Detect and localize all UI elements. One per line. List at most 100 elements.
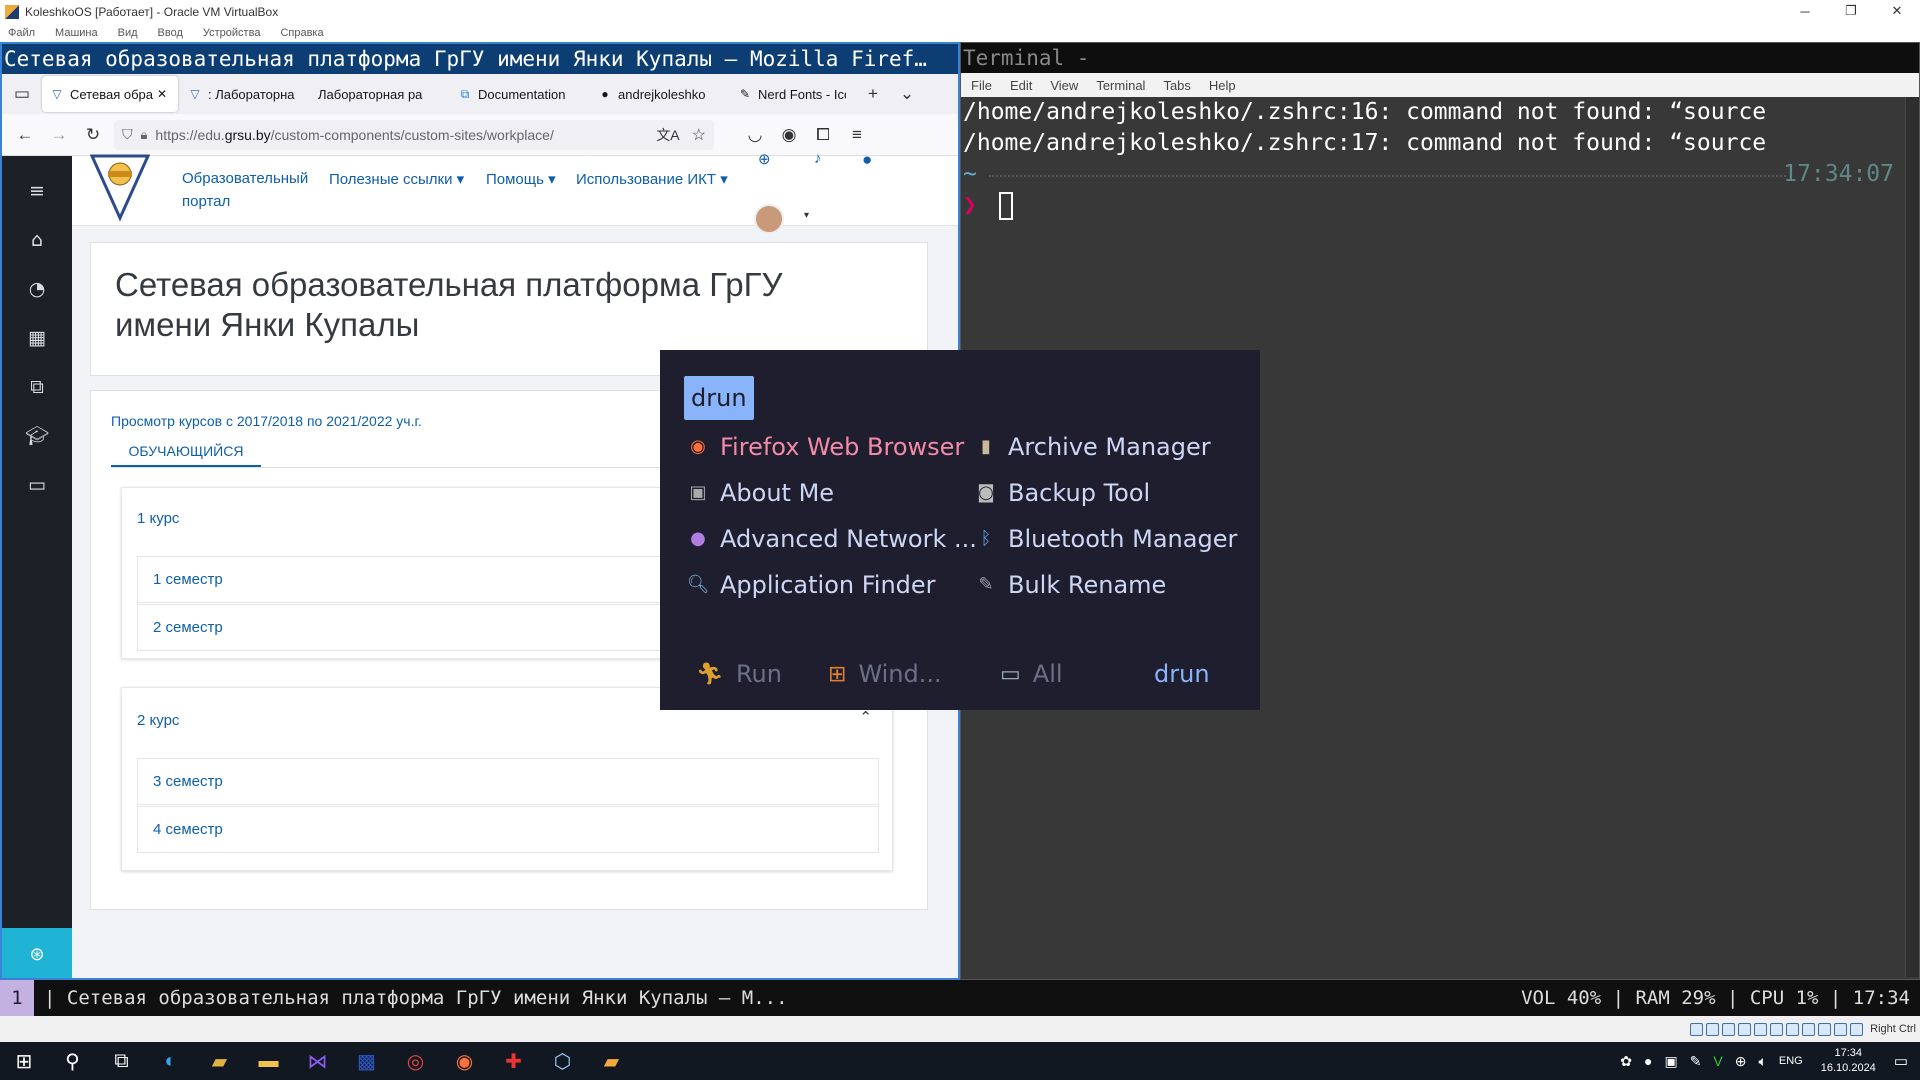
close-tab-icon[interactable]: ✕	[157, 87, 167, 101]
rofi-item-firefox[interactable]: ◉ Firefox Web Browser	[686, 428, 964, 466]
edge-icon[interactable]: ◐	[146, 1042, 195, 1080]
menu-view[interactable]: Вид	[118, 24, 138, 42]
rofi-item-bluetooth-manager[interactable]: ᛒ Bluetooth Manager	[974, 520, 1238, 558]
graduation-cap-icon[interactable]: 🎓︎	[2, 411, 72, 460]
usb-icon[interactable]	[1754, 1022, 1768, 1036]
rofi-item-bulk-rename[interactable]: ✎ Bulk Rename	[974, 566, 1166, 604]
rofi-mode-run[interactable]: 🏃︎ Run	[696, 660, 782, 688]
translate-icon[interactable]: 文A	[656, 125, 679, 145]
terminal-menu-tabs[interactable]: Tabs	[1163, 78, 1190, 93]
rofi-item-about-me[interactable]: ▣ About Me	[686, 474, 834, 512]
files-icon[interactable]: ⧉	[2, 362, 72, 411]
rofi-mode-window[interactable]: ⊞ Wind...	[828, 660, 942, 688]
menu-icon[interactable]: ≡	[840, 118, 874, 152]
user-avatar[interactable]	[754, 204, 784, 234]
nav-portal-line1[interactable]: Образовательный	[182, 170, 308, 187]
pocket-icon[interactable]: ◡	[738, 118, 772, 152]
minimize-button[interactable]: ─	[1782, 0, 1828, 22]
course-1-title[interactable]: 1 курс	[137, 510, 179, 527]
rofi-mode-drun[interactable]: drun	[1154, 660, 1210, 688]
terminal-menu-edit[interactable]: Edit	[1010, 78, 1032, 93]
nav-help[interactable]: Помощь ▾	[486, 170, 556, 188]
terminal-menu-file[interactable]: File	[971, 78, 992, 93]
rofi-item-archive-manager[interactable]: ▮ Archive Manager	[974, 428, 1211, 466]
chevron-down-icon[interactable]: ⌄	[890, 77, 924, 111]
running-vm-icon[interactable]: ▰	[587, 1042, 636, 1080]
menu-help[interactable]: Справка	[280, 24, 323, 42]
nav-portal-line2[interactable]: портал	[182, 193, 230, 210]
close-button[interactable]: ✕	[1874, 0, 1920, 22]
tab-lab-2[interactable]: Лабораторная ра	[310, 76, 448, 112]
url-bar[interactable]: ⛉ 🔒︎ https://edu. grsu.by /custom-compon…	[114, 119, 714, 150]
tab-student[interactable]: ОБУЧАЮЩИЙСЯ	[111, 437, 261, 467]
course-2-title[interactable]: 2 курс	[137, 712, 179, 729]
tab-nerd-fonts[interactable]: ✎ Nerd Fonts - Ico	[730, 76, 854, 112]
tray-app-icon[interactable]: ▣	[1664, 1053, 1677, 1070]
star-icon[interactable]: ☆	[692, 125, 706, 145]
courses-archive-link[interactable]: Просмотр курсов с 2017/2018 по 2021/2022…	[111, 413, 422, 429]
language-indicator[interactable]: ENG	[1779, 1055, 1803, 1067]
chrome-icon[interactable]: ◎	[391, 1042, 440, 1080]
keyboard-icon[interactable]	[1850, 1022, 1864, 1036]
task-view-icon[interactable]: ⧉	[97, 1042, 146, 1080]
shared-folders-icon[interactable]	[1770, 1022, 1784, 1036]
windows-start-icon[interactable]: ⊞	[0, 1042, 48, 1080]
clock[interactable]: 17:34 16.10.2024	[1815, 1046, 1882, 1076]
tab-lab-1[interactable]: ▽ : Лабораторна	[180, 76, 308, 112]
hamburger-icon[interactable]: ≡	[2, 166, 72, 215]
semester-3-link[interactable]: 3 семестр	[137, 758, 879, 805]
tray-app-icon[interactable]: ✿	[1620, 1053, 1632, 1070]
tab-list-icon[interactable]: ▭	[2, 77, 42, 111]
workspace-1-button[interactable]: 1	[0, 980, 34, 1016]
new-tab-icon[interactable]: +	[856, 77, 890, 111]
file-explorer-icon[interactable]: ▬	[244, 1042, 293, 1080]
language-icon[interactable]: ⊕	[758, 150, 771, 168]
menu-machine[interactable]: Машина	[55, 24, 98, 42]
network-icon[interactable]	[1738, 1022, 1752, 1036]
calendar-icon[interactable]: ▦	[2, 313, 72, 362]
rofi-item-application-finder[interactable]: 🔍︎ Application Finder	[686, 566, 936, 604]
display-icon[interactable]	[1786, 1022, 1800, 1036]
nav-ict[interactable]: Использование ИКТ ▾	[576, 170, 728, 188]
virtualbox-icon[interactable]: ⬡	[538, 1042, 587, 1080]
chevron-up-icon[interactable]: ⌃	[859, 708, 872, 726]
audio-icon[interactable]	[1722, 1022, 1736, 1036]
tray-app-icon[interactable]: ✎	[1690, 1053, 1702, 1070]
forward-icon[interactable]: →	[42, 118, 76, 152]
accessibility-icon[interactable]: ⊛	[2, 928, 72, 978]
rofi-prompt[interactable]: drun	[684, 376, 754, 420]
chevron-down-icon[interactable]: ▾	[804, 210, 809, 221]
vbox-manager-icon[interactable]: ▰	[195, 1042, 244, 1080]
bell-icon[interactable]: ♪	[814, 150, 822, 167]
nav-useful-links[interactable]: Полезные ссылки ▾	[329, 170, 464, 188]
red-app-icon[interactable]: ✚	[489, 1042, 538, 1080]
extensions-icon[interactable]: ⧠	[806, 118, 840, 152]
rofi-item-advanced-network[interactable]: ● Advanced Network ...	[686, 520, 977, 558]
search-icon[interactable]: ⚲	[48, 1042, 97, 1080]
terminal-menu-help[interactable]: Help	[1209, 78, 1236, 93]
optical-drive-icon[interactable]	[1706, 1022, 1720, 1036]
tray-app-icon[interactable]: ●	[1644, 1053, 1652, 1069]
hdd-icon[interactable]	[1690, 1022, 1704, 1036]
tab-documentation[interactable]: ⧉ Documentation	[450, 76, 588, 112]
tab-grsu-platform[interactable]: ▽ Сетевая обра ✕	[42, 76, 178, 112]
dashboard-icon[interactable]: ◔	[2, 264, 72, 313]
save-disk-icon[interactable]: ▩	[342, 1042, 391, 1080]
menu-devices[interactable]: Устройства	[203, 24, 261, 42]
semester-4-link[interactable]: 4 семестр	[137, 806, 879, 853]
terminal-scrollbar[interactable]	[1905, 97, 1919, 977]
terminal-menu-terminal[interactable]: Terminal	[1096, 78, 1145, 93]
restore-button[interactable]: ❐	[1828, 0, 1874, 22]
rofi-item-backup-tool[interactable]: ◙ Backup Tool	[974, 474, 1150, 512]
firefox-icon[interactable]: ◉	[440, 1042, 489, 1080]
network-icon[interactable]: ⊕	[1735, 1053, 1747, 1070]
tray-app-icon[interactable]: V	[1713, 1053, 1722, 1069]
cpu-icon[interactable]	[1818, 1022, 1832, 1036]
mouse-integration-icon[interactable]	[1834, 1022, 1848, 1036]
account-icon[interactable]: ◉	[772, 118, 806, 152]
back-icon[interactable]: ←	[8, 118, 42, 152]
home-icon[interactable]: ⌂	[2, 215, 72, 264]
tab-github[interactable]: ● andrejkoleshko	[590, 76, 728, 112]
recording-icon[interactable]	[1802, 1022, 1816, 1036]
menu-input[interactable]: Ввод	[158, 24, 183, 42]
